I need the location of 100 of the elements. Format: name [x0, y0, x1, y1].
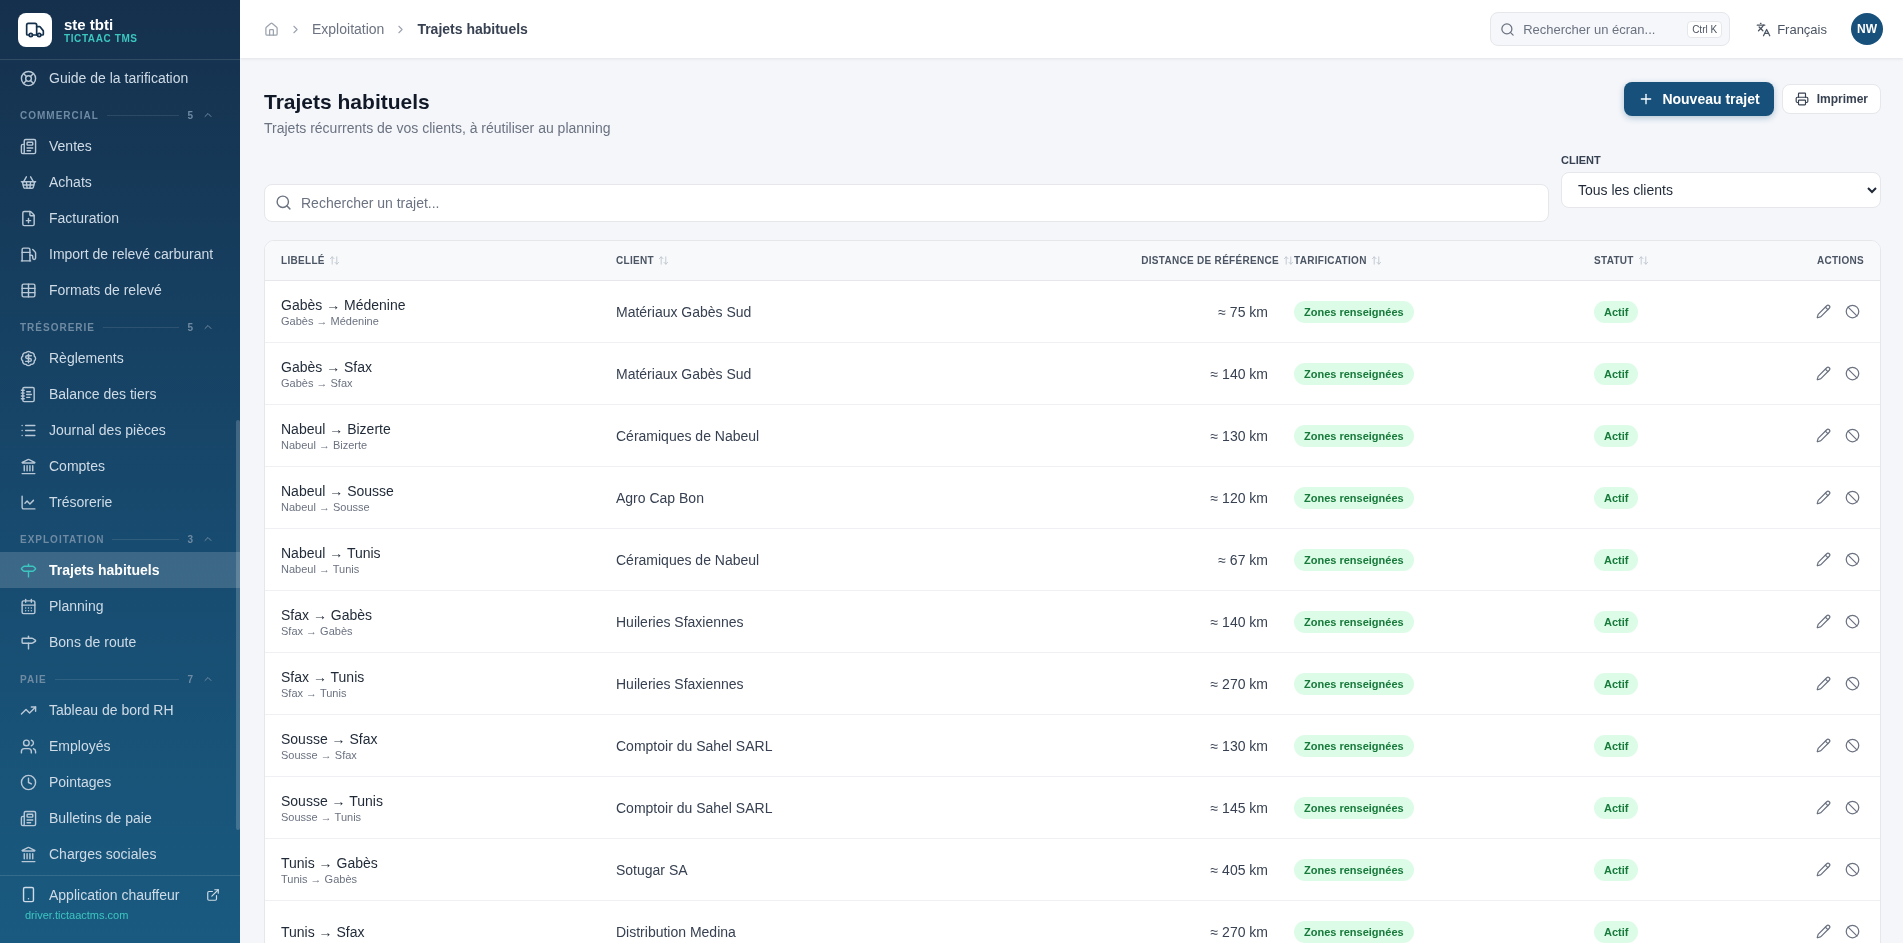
column-header[interactable]: CLIENT	[616, 255, 1054, 266]
pricing-badge: Zones renseignées	[1294, 424, 1414, 447]
sidebar-item[interactable]: Règlements	[0, 340, 240, 376]
edit-pencil-icon[interactable]	[1816, 614, 1831, 629]
breadcrumb-link[interactable]: Exploitation	[312, 21, 385, 37]
disable-circle-icon[interactable]	[1845, 800, 1860, 815]
column-header[interactable]: LIBELLÉ	[281, 255, 616, 266]
route-search-field[interactable]: Rechercher un trajet...	[264, 184, 1549, 222]
sort-icon	[657, 255, 669, 266]
disable-circle-icon[interactable]	[1845, 676, 1860, 691]
sidebar-item[interactable]: Import de relevé carburant	[0, 236, 240, 272]
sidebar-item[interactable]: Formats de relevé	[0, 272, 240, 308]
sidebar-item[interactable]: Guide de la tarification	[0, 60, 240, 96]
home-icon[interactable]	[264, 21, 279, 37]
section-title: PAIE	[20, 673, 47, 685]
sidebar-item[interactable]: Tableau de bord RH	[0, 692, 240, 728]
table-icon	[20, 281, 37, 299]
brand-subtitle: TICTAAC TMS	[64, 32, 138, 44]
disable-circle-icon[interactable]	[1845, 428, 1860, 443]
section-title: COMMERCIAL	[20, 109, 99, 121]
route-path: Nabeul → Tunis	[281, 562, 361, 575]
disable-circle-icon[interactable]	[1845, 614, 1860, 629]
file-plus-icon	[20, 209, 37, 227]
section-count: 7	[187, 673, 194, 685]
edit-pencil-icon[interactable]	[1816, 428, 1831, 443]
sidebar-item[interactable]: Planning	[0, 588, 240, 624]
disable-circle-icon[interactable]	[1845, 366, 1860, 381]
column-header[interactable]: STATUT	[1594, 255, 1764, 266]
new-route-button[interactable]: Nouveau trajet	[1624, 82, 1774, 116]
route-name: Sousse → Tunis	[281, 792, 384, 809]
sidebar-item[interactable]: Achats	[0, 164, 240, 200]
route-path: Tunis → Gabès	[281, 872, 358, 885]
sidebar-item[interactable]: Trésorerie	[0, 484, 240, 520]
sidebar-item[interactable]: Pointages	[0, 764, 240, 800]
language-button[interactable]: Français	[1750, 20, 1833, 38]
edit-pencil-icon[interactable]	[1816, 490, 1831, 505]
edit-pencil-icon[interactable]	[1816, 924, 1831, 939]
bank-icon	[20, 845, 37, 863]
disable-circle-icon[interactable]	[1845, 490, 1860, 505]
breadcrumb-link[interactable]: Trajets habituels	[417, 21, 528, 37]
sidebar-item[interactable]: Comptes	[0, 448, 240, 484]
disable-circle-icon[interactable]	[1845, 552, 1860, 567]
edit-pencil-icon[interactable]	[1816, 862, 1831, 877]
calendar-icon	[20, 597, 37, 615]
edit-pencil-icon[interactable]	[1816, 738, 1831, 753]
edit-pencil-icon[interactable]	[1816, 552, 1831, 567]
pricing-badge: Zones renseignées	[1294, 610, 1414, 633]
scrollbar-thumb[interactable]	[236, 420, 240, 830]
route-name: Gabès → Sfax	[281, 358, 374, 375]
section-title: TRÉSORERIE	[20, 321, 95, 333]
route-name: Gabès → Médenine	[281, 296, 407, 313]
driver-app-url[interactable]: driver.tictaactms.com	[20, 909, 220, 921]
basket-icon	[20, 173, 37, 191]
section-count: 5	[187, 109, 194, 121]
distance-cell-text: ≈ 140 km	[1209, 613, 1269, 630]
pricing-badge: Zones renseignées	[1294, 300, 1414, 323]
distance-cell-text: ≈ 270 km	[1209, 675, 1269, 692]
client-cell-text: Comptoir du Sahel SARL	[616, 737, 774, 754]
route-path: Nabeul → Sousse	[281, 500, 371, 513]
section-title: EXPLOITATION	[20, 533, 105, 545]
distance-cell-text: ≈ 140 km	[1209, 365, 1269, 382]
distance-cell-text: ≈ 130 km	[1209, 427, 1269, 444]
translate-icon	[1756, 21, 1772, 37]
status-badge: Actif	[1594, 486, 1639, 509]
sidebar-item[interactable]: Employés	[0, 728, 240, 764]
sidebar-item[interactable]: Facturation	[0, 200, 240, 236]
pricing-badge: Zones renseignées	[1294, 920, 1414, 943]
truck-logo-icon	[18, 12, 52, 47]
distance-cell-text: ≈ 145 km	[1209, 799, 1269, 816]
disable-circle-icon[interactable]	[1845, 304, 1860, 319]
users-icon	[20, 737, 37, 755]
edit-pencil-icon[interactable]	[1816, 676, 1831, 691]
status-badge: Actif	[1594, 920, 1639, 943]
user-avatar[interactable]: NW	[1851, 13, 1883, 45]
edit-pencil-icon[interactable]	[1816, 366, 1831, 381]
sidebar-item[interactable]: Journal des pièces	[0, 412, 240, 448]
disable-circle-icon[interactable]	[1845, 738, 1860, 753]
sidebar-item[interactable]: Bons de route	[0, 624, 240, 660]
edit-pencil-icon[interactable]	[1816, 800, 1831, 815]
sidebar-item[interactable]: Balance des tiers	[0, 376, 240, 412]
disable-circle-icon[interactable]	[1845, 862, 1860, 877]
sidebar-item[interactable]: Ventes	[0, 128, 240, 164]
brand-name: ste tbti	[64, 15, 115, 33]
search-icon	[275, 194, 292, 211]
column-header[interactable]: DISTANCE DE RÉFÉRENCE	[1054, 255, 1294, 266]
money-badge-icon	[20, 349, 37, 367]
section-count: 3	[187, 533, 194, 545]
page-subtitle: Trajets récurrents de vos clients, à réutiliser au planning	[264, 120, 611, 136]
print-button[interactable]: Imprimer	[1781, 84, 1881, 114]
disable-circle-icon[interactable]	[1845, 924, 1860, 939]
status-badge: Actif	[1594, 362, 1639, 385]
sidebar-item[interactable]: Bulletins de paie	[0, 800, 240, 836]
edit-pencil-icon[interactable]	[1816, 304, 1831, 319]
driver-app-link[interactable]: Application chauffeur	[20, 886, 220, 903]
client-select[interactable]: Tous les clients	[1561, 172, 1881, 208]
sidebar-item[interactable]: Charges sociales	[0, 836, 240, 872]
pricing-badge: Zones renseignées	[1294, 486, 1414, 509]
client-cell-text: Agro Cap Bon	[616, 489, 705, 506]
pricing-badge: Zones renseignées	[1294, 796, 1414, 819]
column-header[interactable]: TARIFICATION	[1294, 255, 1594, 266]
